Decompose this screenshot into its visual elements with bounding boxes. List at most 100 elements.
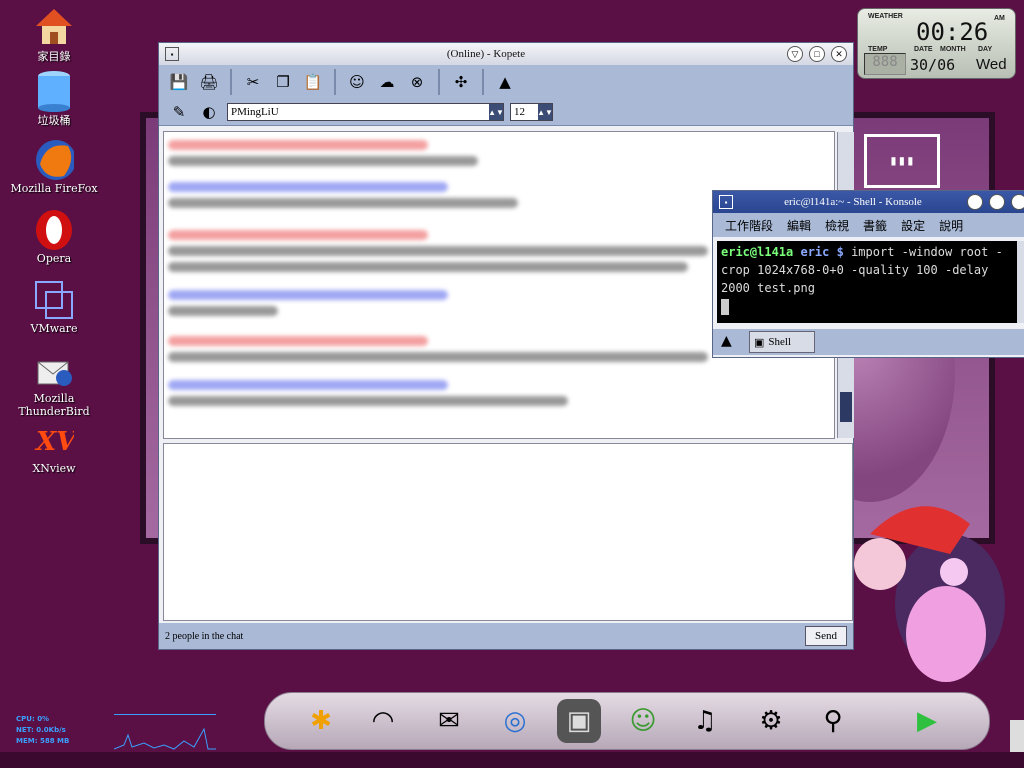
wallpaper-logo: ▮▮▮ [864, 134, 940, 188]
menu-edit[interactable]: 編輯 [787, 217, 811, 234]
maximize-button[interactable]: □ [809, 46, 825, 62]
desktop-icon-firefox[interactable]: Mozilla FireFox [4, 140, 104, 195]
date-label: DATE [914, 46, 933, 53]
desktop-icon-vmware[interactable]: VMware [4, 280, 104, 335]
clock-time: 00:26 [916, 18, 989, 46]
message-input[interactable] [163, 443, 853, 621]
konsole-window[interactable]: ▪ eric@l141a:~ - Shell - Konsole ▽ □ ✕ 工… [712, 190, 1024, 358]
mail-stamp-icon[interactable]: ✉ [427, 699, 471, 743]
kde-launch-icon[interactable]: ▲ [493, 70, 517, 94]
desktop-icon-thunderbird[interactable]: Mozilla ThunderBird [4, 350, 104, 418]
blurred-message [168, 336, 428, 346]
blurred-message [168, 290, 448, 300]
close-button[interactable]: ✕ [831, 46, 847, 62]
browser-icon[interactable]: ◎ [493, 699, 537, 743]
blurred-message [168, 396, 568, 406]
audio-player-icon[interactable]: ♫ [683, 699, 727, 743]
kopete-titlebar[interactable]: ▪ (Online) - Kopete ▽ □ ✕ [159, 43, 853, 65]
desktop-icon-home[interactable]: 家目錄 [4, 6, 104, 64]
search-icon[interactable]: ⚲ [811, 699, 855, 743]
tab-shell[interactable]: ▣ Shell [749, 331, 815, 353]
maximize-button[interactable]: □ [989, 194, 1005, 210]
chevron-down-icon[interactable]: ▲▼ [537, 104, 553, 120]
messenger-icon[interactable]: ☺ [621, 699, 665, 743]
menu-help[interactable]: 說明 [939, 217, 963, 234]
window-menu-icon[interactable]: ▪ [165, 47, 179, 61]
mem-readout: MEM: 588 MB [16, 737, 70, 745]
penguin-mascot [850, 494, 1010, 694]
menu-session[interactable]: 工作階段 [725, 217, 773, 234]
print-icon[interactable]: 🖨 [197, 70, 221, 94]
play-icon[interactable]: ▶ [905, 699, 949, 743]
font-size-value: 12 [514, 106, 525, 118]
day-label: DAY [978, 46, 993, 53]
tab-shell-label: Shell [768, 336, 792, 348]
new-session-icon[interactable]: ▲ [721, 333, 732, 349]
prompt-dir: eric $ [800, 245, 844, 259]
terminal-icon: ▣ [754, 336, 765, 349]
cpu-readout: CPU: 0% [16, 715, 50, 723]
system-monitor: CPU: 0% NET: 0.0Kb/s MEM: 588 MB [16, 714, 69, 747]
toolbar-separator [334, 69, 336, 95]
weather-widget[interactable]: WEATHER AM 00:26 TEMP DATE MONTH DAY 888… [857, 8, 1016, 79]
blurred-message [168, 198, 518, 208]
copy-icon[interactable]: ❐ [271, 70, 295, 94]
chevron-down-icon[interactable]: ▲▼ [488, 104, 504, 120]
background-color-icon[interactable]: ◐ [197, 100, 221, 124]
stop-icon[interactable]: ⊗ [405, 70, 429, 94]
kopete-toolbar: 💾 🖨 ✂ ❐ 📋 ☺ ☁ ⊗ ✣ ▲ [159, 65, 853, 99]
stray-text: 辛苦的.... [707, 362, 763, 377]
svg-text:XV: XV [34, 427, 74, 457]
scrollbar-thumb[interactable] [840, 392, 852, 422]
day-value: Wed [976, 56, 1007, 73]
blurred-message [168, 182, 448, 192]
font-size-select[interactable]: 12 ▲▼ [510, 103, 553, 121]
panel-scroll[interactable] [1010, 720, 1024, 756]
firefox-icon [34, 140, 74, 180]
send-button[interactable]: Send [805, 626, 847, 646]
window-menu-icon[interactable]: ▪ [719, 195, 733, 209]
toolbar-separator [230, 69, 232, 95]
chat-status-text: 2 people in the chat [165, 630, 244, 642]
cpu-graph [113, 714, 216, 753]
home-icon [34, 6, 74, 46]
terminal-area[interactable]: eric@l141a eric $ import -window root -c… [717, 241, 1017, 323]
kde-menu-icon[interactable]: ✱ [299, 699, 343, 743]
paste-icon[interactable]: 📋 [301, 70, 325, 94]
net-readout: NET: 0.0Kb/s [16, 726, 66, 734]
ampm-label: AM [994, 15, 1005, 22]
blurred-message [168, 380, 448, 390]
text-color-icon[interactable]: ✎ [167, 100, 191, 124]
system-tools-icon[interactable]: ⚙ [749, 699, 793, 743]
smiley-icon[interactable]: ☺ [345, 70, 369, 94]
thunderbird-icon [34, 350, 74, 390]
desktop-icon-opera[interactable]: Opera [4, 210, 104, 265]
konsole-titlebar[interactable]: ▪ eric@l141a:~ - Shell - Konsole ▽ □ ✕ [713, 191, 1024, 213]
close-button[interactable]: ✕ [1011, 194, 1024, 210]
blurred-message [168, 230, 428, 240]
igloo-icon[interactable]: ◠ [361, 699, 405, 743]
kopete-statusbar: 2 people in the chat Send [159, 623, 853, 649]
minimize-button[interactable]: ▽ [967, 194, 983, 210]
blurred-message [168, 306, 278, 316]
desktop-icon-xnview[interactable]: XV XNview [4, 420, 104, 475]
desktop-icon-trash[interactable]: 垃圾桶 [4, 70, 104, 128]
save-icon[interactable]: 💾 [167, 70, 191, 94]
blurred-message [168, 246, 708, 256]
prompt-user: eric@l141a [721, 245, 794, 259]
toolbar-separator [482, 69, 484, 95]
terminal-scrollbar[interactable] [1017, 241, 1024, 323]
network-icon[interactable]: ✣ [449, 70, 473, 94]
konsole-title: eric@l141a:~ - Shell - Konsole [784, 196, 922, 208]
xnview-icon: XV [34, 420, 74, 460]
menu-view[interactable]: 檢視 [825, 217, 849, 234]
minimize-button[interactable]: ▽ [787, 46, 803, 62]
terminal-icon[interactable]: ▣ [557, 699, 601, 743]
font-name-value: PMingLiU [231, 106, 279, 118]
cut-icon[interactable]: ✂ [241, 70, 265, 94]
menu-bookmarks[interactable]: 書籤 [863, 217, 887, 234]
menu-settings[interactable]: 設定 [901, 217, 925, 234]
away-icon[interactable]: ☁ [375, 70, 399, 94]
font-name-select[interactable]: PMingLiU ▲▼ [227, 103, 504, 121]
dock-panel: ✱ ◠ ✉ ◎ ▣ ☺ ♫ ⚙ ⚲ ▶ [264, 692, 990, 750]
